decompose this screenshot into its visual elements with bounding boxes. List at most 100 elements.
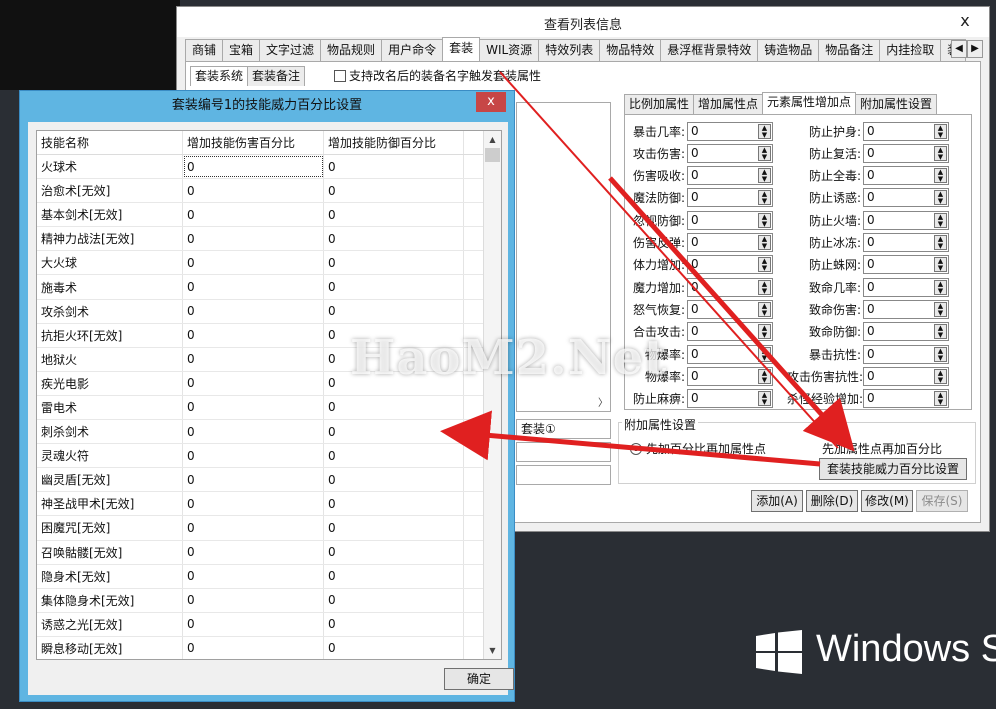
- skill-name-cell[interactable]: 隐身术[无效]: [37, 564, 183, 588]
- skill-name-cell[interactable]: 治愈术[无效]: [37, 179, 183, 203]
- suit-field-2[interactable]: [516, 442, 611, 462]
- attr-spin-input[interactable]: 0 ▲ ▼: [863, 233, 949, 252]
- skill-name-cell[interactable]: 集体隐身术[无效]: [37, 588, 183, 612]
- attr-spin-input[interactable]: 0 ▲ ▼: [863, 143, 949, 163]
- damage-percent-cell[interactable]: 0: [183, 636, 324, 659]
- checkbox-box[interactable]: [334, 69, 346, 82]
- skill-name-cell[interactable]: 疾光电影: [37, 371, 183, 395]
- spin-arrows-icon[interactable]: ▲ ▼: [934, 301, 947, 317]
- suit-field-3[interactable]: [516, 465, 611, 485]
- attr-spin-input[interactable]: 0 ▲ ▼: [687, 143, 773, 163]
- damage-percent-cell[interactable]: 0: [183, 420, 324, 444]
- grid-scrollbar[interactable]: ▲ ▼: [483, 131, 501, 659]
- damage-percent-cell[interactable]: 0: [183, 444, 324, 468]
- spin-arrows-icon[interactable]: ▲ ▼: [758, 391, 771, 407]
- tab-chest[interactable]: 宝箱: [222, 39, 261, 61]
- defense-percent-cell[interactable]: 0: [324, 444, 464, 468]
- defense-percent-cell[interactable]: 0: [324, 540, 464, 564]
- skill-name-cell[interactable]: 瞬息移动[无效]: [37, 636, 183, 659]
- spin-arrows-icon[interactable]: ▲ ▼: [934, 391, 947, 407]
- attr-spin-input[interactable]: 0 ▲ ▼: [687, 322, 773, 342]
- chevron-right-icon[interactable]: ▶: [967, 40, 983, 58]
- attr-spin-input[interactable]: 0 ▲ ▼: [687, 210, 773, 230]
- modify-button[interactable]: 修改(M): [861, 490, 913, 512]
- spin-arrows-icon[interactable]: ▲ ▼: [758, 324, 771, 340]
- table-row[interactable]: 幽灵盾[无效] 0 0: [37, 468, 501, 493]
- attr-spin-input[interactable]: 0 ▲ ▼: [863, 277, 949, 297]
- skill-name-cell[interactable]: 灵魂火符: [37, 444, 183, 468]
- table-row[interactable]: 大火球 0 0: [37, 251, 501, 276]
- damage-percent-cell[interactable]: 0: [183, 516, 324, 540]
- defense-percent-cell[interactable]: 0: [324, 395, 464, 420]
- spin-arrows-icon[interactable]: ▲ ▼: [758, 123, 771, 139]
- defense-percent-cell[interactable]: 0: [324, 203, 464, 227]
- table-row[interactable]: 雷电术 0 0: [37, 395, 501, 421]
- spin-arrows-icon[interactable]: ▲ ▼: [758, 301, 771, 317]
- tab-tooltip-bg-effects[interactable]: 悬浮框背景特效: [660, 39, 759, 61]
- damage-percent-cell[interactable]: 0: [183, 564, 324, 588]
- spin-arrows-icon[interactable]: ▲ ▼: [934, 190, 947, 206]
- tab-add-attr-points[interactable]: 增加属性点: [693, 94, 764, 114]
- add-button[interactable]: 添加(A): [751, 490, 803, 512]
- table-row[interactable]: 瞬息移动[无效] 0 0: [37, 636, 501, 659]
- spin-arrows-icon[interactable]: ▲ ▼: [758, 368, 771, 384]
- attr-spin-input[interactable]: 0 ▲ ▼: [863, 210, 949, 230]
- tab-item-notes[interactable]: 物品备注: [818, 39, 881, 61]
- damage-percent-cell[interactable]: 0: [183, 179, 324, 203]
- defense-percent-cell[interactable]: 0: [324, 588, 464, 612]
- tab-effect-list[interactable]: 特效列表: [538, 39, 601, 61]
- defense-percent-cell[interactable]: 0: [324, 420, 464, 444]
- spin-arrows-icon[interactable]: ▲ ▼: [934, 324, 947, 340]
- spin-arrows-icon[interactable]: ▲ ▼: [934, 123, 947, 139]
- spin-arrows-icon[interactable]: ▲ ▼: [758, 235, 771, 250]
- spin-arrows-icon[interactable]: ▲ ▼: [934, 346, 947, 362]
- damage-percent-cell[interactable]: 0: [183, 612, 324, 636]
- spin-arrows-icon[interactable]: ▲ ▼: [758, 346, 771, 362]
- tab-text-filter[interactable]: 文字过滤: [259, 39, 322, 61]
- damage-percent-cell[interactable]: 0: [183, 251, 324, 275]
- defense-percent-cell[interactable]: 0: [324, 516, 464, 540]
- defense-percent-cell[interactable]: 0: [324, 492, 464, 516]
- skill-name-cell[interactable]: 雷电术: [37, 395, 183, 420]
- table-row[interactable]: 诱惑之光[无效] 0 0: [37, 612, 501, 637]
- close-icon[interactable]: x: [476, 92, 506, 112]
- table-row[interactable]: 刺杀剑术 0 0: [37, 420, 501, 445]
- spin-arrows-icon[interactable]: ▲ ▼: [934, 368, 947, 384]
- spin-arrows-icon[interactable]: ▲ ▼: [758, 145, 771, 161]
- suit-name-field[interactable]: 套装①: [516, 419, 611, 439]
- defense-percent-cell[interactable]: 0: [324, 179, 464, 203]
- scroll-down-icon[interactable]: ▼: [484, 642, 501, 659]
- defense-percent-cell[interactable]: 0: [324, 251, 464, 275]
- damage-percent-cell[interactable]: 0: [183, 492, 324, 516]
- damage-percent-cell[interactable]: 0: [183, 540, 324, 564]
- tab-auto-pickup[interactable]: 内挂捡取: [879, 39, 942, 61]
- damage-percent-cell[interactable]: 0: [183, 323, 324, 347]
- attr-spin-input[interactable]: 0 ▲ ▼: [863, 255, 949, 275]
- skill-name-cell[interactable]: 火球术: [37, 155, 183, 179]
- damage-percent-cell[interactable]: 0: [183, 299, 324, 323]
- defense-percent-cell[interactable]: 0: [324, 468, 464, 492]
- skill-name-cell[interactable]: 幽灵盾[无效]: [37, 468, 183, 492]
- tab-item-rules[interactable]: 物品规则: [320, 39, 383, 61]
- tab-wil-resources[interactable]: WIL资源: [479, 39, 540, 61]
- spin-arrows-icon[interactable]: ▲ ▼: [758, 279, 771, 295]
- support-renamed-checkbox[interactable]: 支持改名后的装备名字触发套装属性: [334, 67, 541, 84]
- table-row[interactable]: 困魔咒[无效] 0 0: [37, 516, 501, 541]
- spin-arrows-icon[interactable]: ▲ ▼: [758, 212, 771, 228]
- subtab-suit-system[interactable]: 套装系统: [190, 66, 249, 86]
- chevron-right-icon[interactable]: 〉: [598, 394, 608, 409]
- save-button[interactable]: 保存(S): [916, 490, 968, 512]
- damage-percent-cell[interactable]: 0: [183, 155, 324, 179]
- tab-shop[interactable]: 商铺: [185, 39, 224, 61]
- delete-button[interactable]: 删除(D): [806, 490, 858, 512]
- table-row[interactable]: 基本剑术[无效] 0 0: [37, 203, 501, 228]
- tab-element-attr-points[interactable]: 元素属性增加点: [762, 92, 857, 114]
- defense-percent-cell[interactable]: 0: [324, 636, 464, 659]
- defense-percent-cell[interactable]: 0: [324, 275, 464, 299]
- subtab-suit-notes[interactable]: 套装备注: [247, 66, 306, 86]
- ok-button[interactable]: 确定: [444, 668, 514, 690]
- damage-percent-cell[interactable]: 0: [183, 395, 324, 420]
- damage-percent-cell[interactable]: 0: [183, 588, 324, 612]
- spin-arrows-icon[interactable]: ▲ ▼: [758, 190, 771, 206]
- table-row[interactable]: 集体隐身术[无效] 0 0: [37, 588, 501, 613]
